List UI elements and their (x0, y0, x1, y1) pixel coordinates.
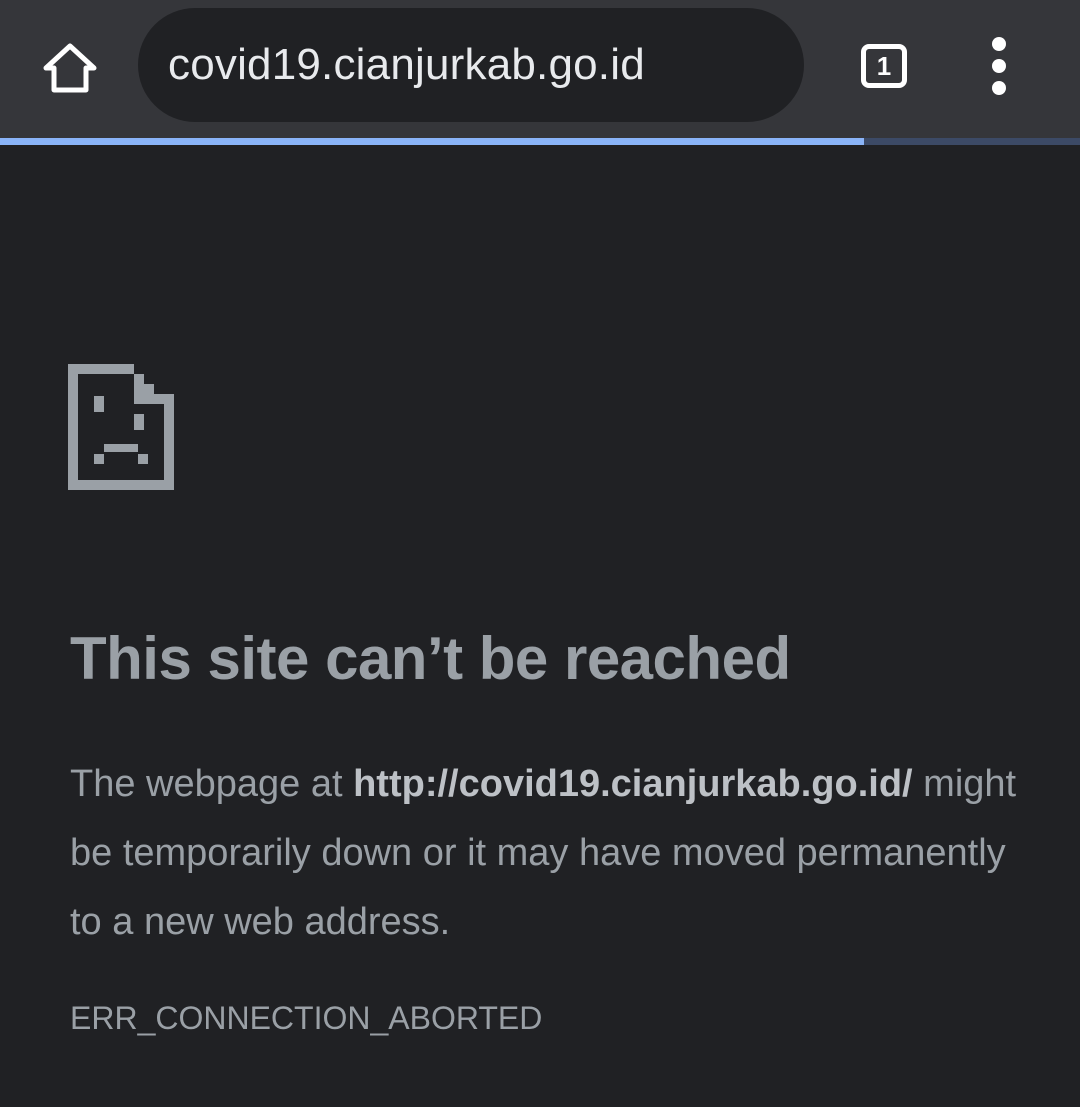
more-options-button[interactable] (964, 28, 1034, 104)
home-button[interactable] (30, 28, 110, 108)
address-bar[interactable]: covid19.cianjurkab.go.id (138, 8, 804, 122)
more-vert-icon (992, 37, 1006, 51)
tab-switcher-button[interactable]: 1 (846, 28, 922, 104)
more-vert-icon (992, 59, 1006, 73)
more-vert-icon (992, 81, 1006, 95)
sad-page-icon (68, 364, 174, 490)
browser-toolbar: covid19.cianjurkab.go.id 1 (0, 0, 1080, 138)
url-text[interactable]: covid19.cianjurkab.go.id (168, 40, 645, 90)
error-message-url: http://covid19.cianjurkab.go.id/ (353, 763, 913, 805)
tab-count: 1 (876, 51, 892, 81)
error-title: This site can’t be reached (70, 625, 791, 692)
error-code: ERR_CONNECTION_ABORTED (70, 1000, 543, 1036)
tab-switcher-icon: 1 (861, 44, 907, 88)
home-icon (43, 43, 97, 93)
progress-fill (0, 138, 864, 145)
error-message-prefix: The webpage at (70, 763, 354, 805)
page-load-progress (0, 138, 1080, 145)
error-message: The webpage at http://covid19.cianjurkab… (70, 750, 1030, 957)
